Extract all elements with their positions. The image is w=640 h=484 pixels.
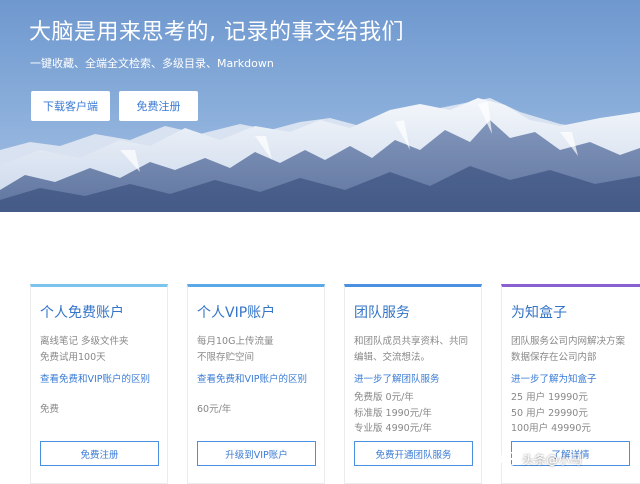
register-button[interactable]: 免费注册 [119,91,198,121]
pricing-card-personal-free: 个人免费账户 离线笔记 多级文件夹 免费试用100天 查看免费和VIP账户的区别… [30,284,168,484]
card-price: 免费 [40,404,60,415]
hero-title: 大脑是用来思考的, 记录的事交给我们 [29,20,404,45]
card-description: 离线笔记 多级文件夹 免费试用100天 [40,336,129,363]
card-title: 团队服务 [354,305,410,321]
hero-banner: 大脑是用来思考的, 记录的事交给我们 一键收藏、全端全文检索、多级目录、Mark… [0,0,640,212]
card-description: 和团队成员共享资料、共同 编辑、交流想法。 [354,336,469,363]
pricing-card-team: 团队服务 和团队成员共享资料、共同 编辑、交流想法。 进一步了解团队服务 免费版… [344,284,482,484]
wiz-box-link[interactable]: 进一步了解为知盒子 [511,371,597,385]
watermark-text: 头条@小马 [522,452,583,467]
download-client-button[interactable]: 下载客户端 [31,91,110,121]
card-price: 60元/年 [197,404,232,415]
open-team-service-button[interactable]: 免费开通团队服务 [354,441,473,466]
card-price-list: 免费版 0元/年 标准版 1990元/年 专业版 4990元/年 [354,392,432,434]
upgrade-vip-button[interactable]: 升级到VIP账户 [197,441,316,466]
free-register-button[interactable]: 免费注册 [40,441,159,466]
card-description: 团队服务公司内网解决方案 数据保存在公司内部 [511,336,626,363]
card-title: 个人VIP账户 [197,305,276,321]
watermark: 头条@小马 [500,446,582,472]
card-description: 每月10G上传流量 不限存贮空间 [197,336,274,363]
team-service-link[interactable]: 进一步了解团队服务 [354,371,440,385]
pricing-card-personal-vip: 个人VIP账户 每月10G上传流量 不限存贮空间 查看免费和VIP账户的区别 6… [187,284,325,484]
card-title: 为知盒子 [511,305,567,321]
card-title: 个人免费账户 [40,305,124,321]
card-price-list: 25 用户 19990元 50 用户 29990元 100用户 49990元 [511,392,591,434]
compare-accounts-link[interactable]: 查看免费和VIP账户的区别 [40,371,150,385]
compare-accounts-link[interactable]: 查看免费和VIP账户的区别 [197,371,307,385]
hero-subtitle: 一键收藏、全端全文检索、多级目录、Markdown [30,57,274,70]
toutiao-logo-icon [500,451,518,467]
